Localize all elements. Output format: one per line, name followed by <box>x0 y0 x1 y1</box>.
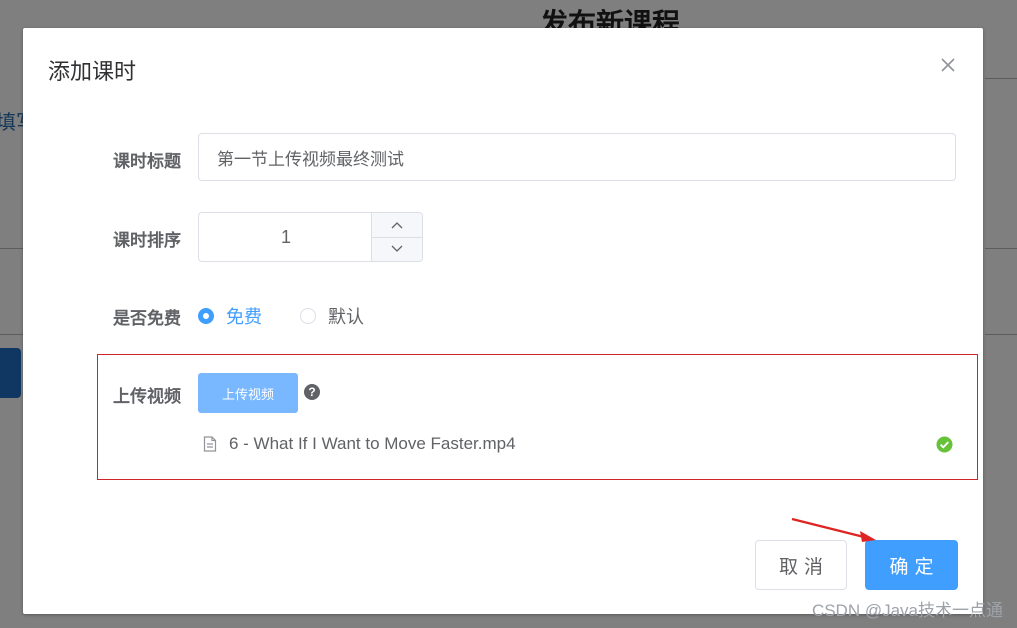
uploaded-file-name: 6 - What If I Want to Move Faster.mp4 <box>229 434 516 453</box>
document-icon <box>203 436 217 452</box>
close-button[interactable] <box>935 52 961 78</box>
lesson-sort-stepper[interactable]: 1 <box>198 212 423 262</box>
lesson-title-input[interactable] <box>198 133 956 181</box>
radio-free[interactable]: 免费 <box>198 303 262 329</box>
radio-unchecked-icon[interactable] <box>300 308 316 324</box>
upload-video-button[interactable]: 上传视频 <box>198 373 298 413</box>
lesson-sort-value[interactable]: 1 <box>199 213 373 261</box>
annotation-arrow-icon <box>791 517 876 542</box>
increase-button[interactable] <box>372 213 422 238</box>
chevron-down-icon <box>391 245 403 252</box>
radio-default-label[interactable]: 默认 <box>328 303 364 329</box>
chevron-up-icon <box>391 222 403 229</box>
decrease-button[interactable] <box>372 237 422 261</box>
uploaded-file-item[interactable]: 6 - What If I Want to Move Faster.mp4 <box>203 432 953 458</box>
confirm-button[interactable]: 确定 <box>865 540 958 590</box>
cancel-button[interactable]: 取消 <box>755 540 847 590</box>
radio-free-label[interactable]: 免费 <box>226 303 262 329</box>
dialog-title: 添加课时 <box>48 59 137 84</box>
radio-checked-icon[interactable] <box>198 308 214 324</box>
radio-default[interactable]: 默认 <box>300 303 364 329</box>
upload-success-icon <box>936 436 953 453</box>
close-icon <box>941 58 955 72</box>
stepper-controls <box>371 213 422 261</box>
help-icon[interactable]: ? <box>304 384 320 400</box>
watermark-text: CSDN @Java技术一点通 <box>811 601 1003 620</box>
